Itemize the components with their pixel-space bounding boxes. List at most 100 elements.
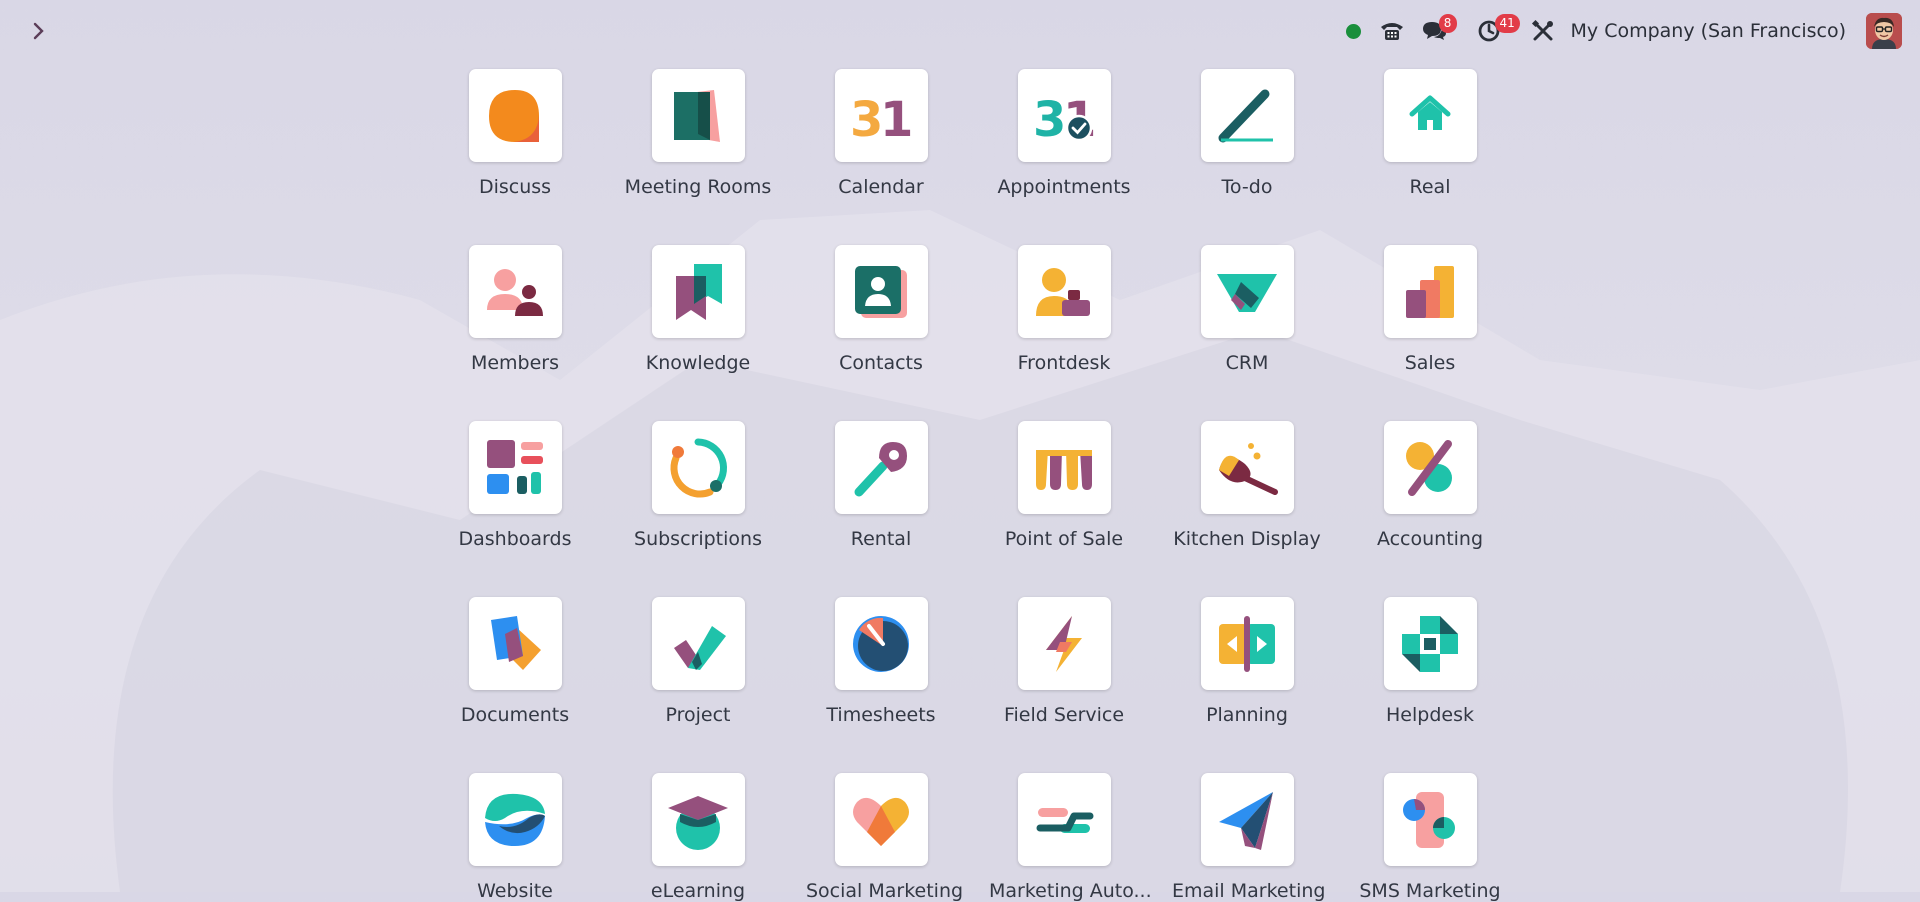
sms-marketing-icon — [1403, 791, 1455, 848]
presence-dot-icon — [1345, 23, 1361, 39]
subscriptions-icon — [670, 438, 727, 497]
app-tile — [1200, 421, 1294, 514]
app-label: Rental — [850, 528, 912, 550]
svg-text:1: 1 — [880, 92, 913, 148]
activities-button[interactable]: 41 — [1477, 13, 1521, 49]
app-label: Marketing Auto... — [989, 880, 1152, 902]
app-label: Point of Sale — [1004, 528, 1124, 550]
app-tile — [1200, 245, 1294, 338]
app-todo[interactable]: To-do — [1172, 69, 1322, 198]
app-sales[interactable]: Sales — [1355, 245, 1505, 374]
app-tile — [1200, 597, 1294, 690]
field-service-icon — [1046, 615, 1082, 672]
app-timesheets[interactable]: Timesheets — [806, 597, 956, 726]
elearning-icon — [668, 795, 728, 850]
app-tile — [468, 421, 562, 514]
avatar-icon — [1866, 13, 1902, 49]
app-label: eLearning — [650, 880, 746, 902]
top-bar: 8 41 My Company (San Francisco) — [0, 0, 1920, 62]
app-label: Sales — [1404, 352, 1456, 374]
app-tile — [651, 773, 745, 866]
presence-status[interactable] — [1345, 13, 1361, 49]
planning-icon — [1219, 615, 1275, 672]
app-label: Helpdesk — [1386, 704, 1474, 726]
app-label: Email Marketing — [1172, 880, 1326, 902]
app-tile — [468, 69, 562, 162]
app-frontdesk[interactable]: Frontdesk — [989, 245, 1139, 374]
crm-icon — [1217, 273, 1277, 312]
app-label: Real — [1409, 176, 1451, 198]
app-elearning[interactable]: eLearning — [623, 773, 773, 902]
app-dashboards[interactable]: Dashboards — [440, 421, 590, 550]
frontdesk-icon — [1036, 267, 1090, 316]
app-planning[interactable]: Planning — [1172, 597, 1322, 726]
app-tile — [1017, 773, 1111, 866]
systray: 8 41 My Company (San Francisco) — [1332, 13, 1902, 49]
documents-icon — [491, 615, 541, 670]
app-kitchen-display[interactable]: Kitchen Display — [1172, 421, 1322, 550]
app-accounting[interactable]: Accounting — [1355, 421, 1505, 550]
app-label: Meeting Rooms — [624, 176, 772, 198]
dashboards-icon — [487, 439, 543, 494]
app-label: Accounting — [1376, 528, 1484, 550]
app-helpdesk[interactable]: Helpdesk — [1355, 597, 1505, 726]
app-members[interactable]: Members — [440, 245, 590, 374]
project-icon — [674, 625, 726, 670]
app-subscriptions[interactable]: Subscriptions — [623, 421, 773, 550]
app-project[interactable]: Project — [623, 597, 773, 726]
app-meeting-rooms[interactable]: Meeting Rooms — [623, 69, 773, 198]
app-email-marketing[interactable]: Email Marketing — [1172, 773, 1326, 902]
app-crm[interactable]: CRM — [1172, 245, 1322, 374]
app-discuss[interactable]: Discuss — [440, 69, 590, 198]
app-tile — [1017, 245, 1111, 338]
app-label: Subscriptions — [634, 528, 762, 550]
phone-icon — [1380, 23, 1403, 40]
company-switcher[interactable]: My Company (San Francisco) — [1571, 20, 1846, 42]
knowledge-icon — [676, 263, 722, 320]
tools-icon — [1531, 19, 1553, 41]
app-field-service[interactable]: Field Service — [989, 597, 1139, 726]
app-label: Calendar — [838, 176, 924, 198]
app-real[interactable]: Real — [1355, 69, 1505, 198]
app-tile — [651, 69, 745, 162]
app-knowledge[interactable]: Knowledge — [623, 245, 773, 374]
real-estate-icon — [1409, 95, 1451, 130]
app-tile — [651, 597, 745, 690]
app-sms-marketing[interactable]: SMS Marketing — [1355, 773, 1505, 902]
app-label: SMS Marketing — [1359, 880, 1501, 902]
app-point-of-sale[interactable]: Point of Sale — [989, 421, 1139, 550]
app-contacts[interactable]: Contacts — [806, 245, 956, 374]
phone-button[interactable] — [1379, 13, 1405, 49]
app-tile — [1200, 69, 1294, 162]
app-calendar[interactable]: 3 1 Calendar — [806, 69, 956, 198]
app-tile: 3 1 — [834, 69, 928, 162]
app-documents[interactable]: Documents — [440, 597, 590, 726]
appointments-icon: 3 1 — [1033, 92, 1096, 148]
rental-icon — [854, 441, 907, 496]
todo-icon — [1218, 89, 1273, 142]
kitchen-display-icon — [1219, 442, 1278, 495]
discuss-icon — [489, 89, 539, 142]
debug-tools-button[interactable] — [1531, 13, 1555, 49]
timesheets-icon — [853, 615, 909, 672]
app-tile — [834, 245, 928, 338]
sales-icon — [1406, 265, 1454, 318]
app-label: Field Service — [1003, 704, 1125, 726]
menu-toggle-button[interactable] — [24, 16, 54, 46]
user-avatar[interactable] — [1866, 13, 1902, 49]
app-tile — [834, 421, 928, 514]
messages-button[interactable]: 8 — [1421, 13, 1457, 49]
app-tile — [468, 773, 562, 866]
app-website[interactable]: Website — [440, 773, 590, 902]
app-tile — [834, 597, 928, 690]
app-rental[interactable]: Rental — [806, 421, 956, 550]
app-marketing-automation[interactable]: Marketing Auto... — [989, 773, 1152, 902]
contacts-icon — [855, 265, 907, 318]
app-label: Appointments — [997, 176, 1131, 198]
meeting-rooms-icon — [674, 89, 720, 142]
app-appointments[interactable]: 3 1 Appointments — [989, 69, 1139, 198]
app-tile — [1383, 597, 1477, 690]
app-tile — [1383, 421, 1477, 514]
helpdesk-icon — [1402, 615, 1458, 672]
app-social-marketing[interactable]: Social Marketing — [806, 773, 963, 902]
